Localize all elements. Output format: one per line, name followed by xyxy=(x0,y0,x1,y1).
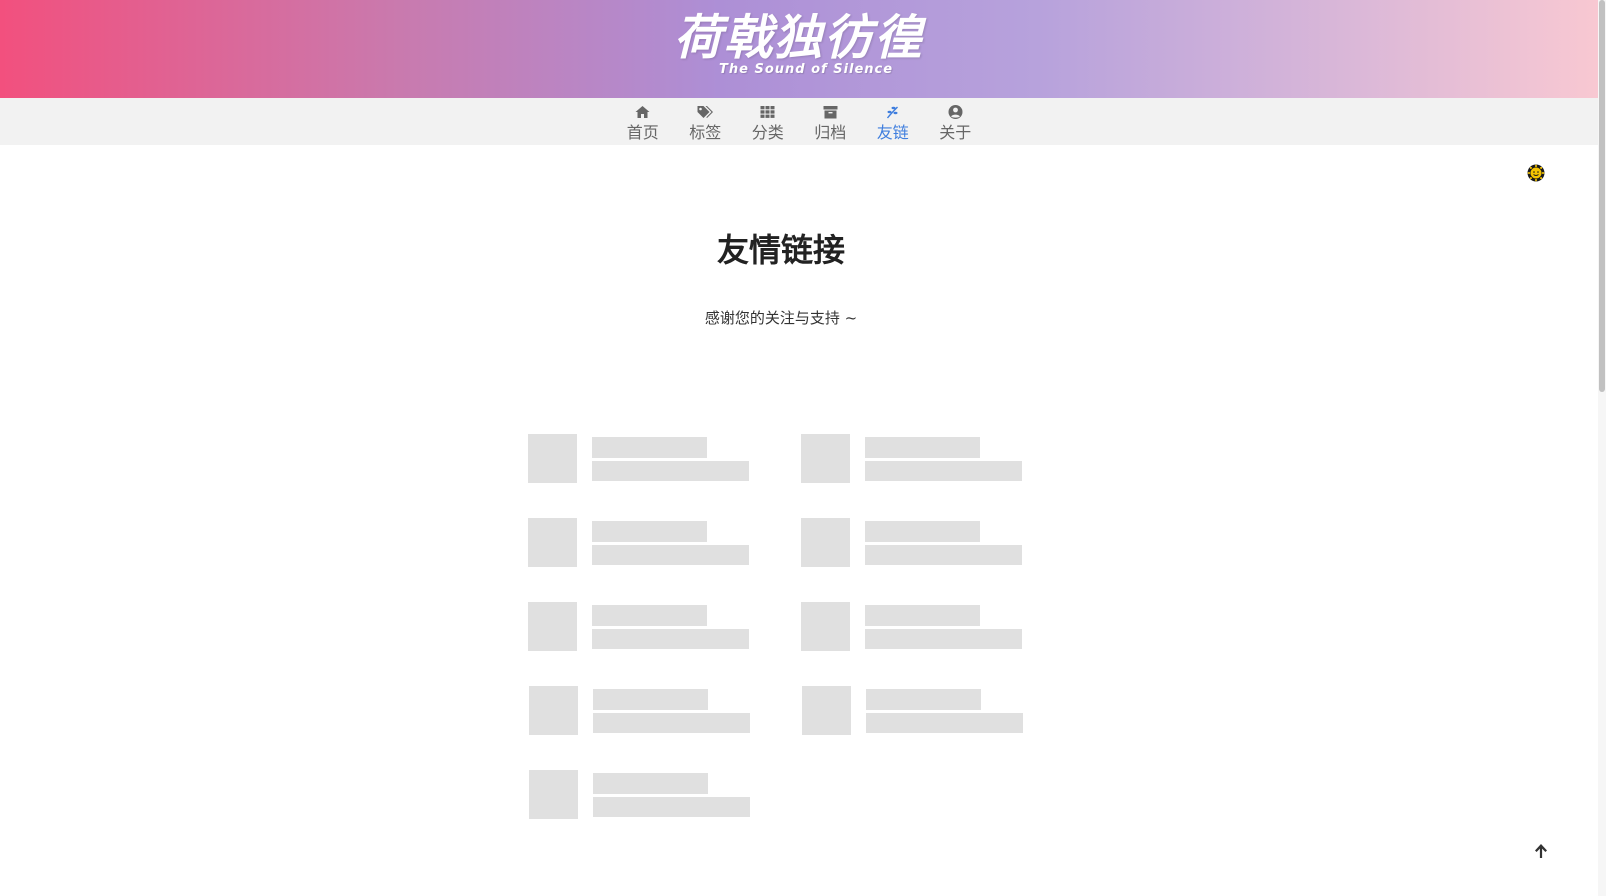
name-placeholder xyxy=(865,605,980,626)
archive-icon xyxy=(821,104,839,120)
nav-label-friends: 友链 xyxy=(876,123,909,142)
arrow-up-icon xyxy=(1535,844,1547,858)
description-placeholder xyxy=(866,713,1023,733)
header-banner: 荷戟独彷徨 The Sound of Silence xyxy=(0,0,1598,98)
nav-item-archives[interactable]: 归档 xyxy=(799,98,862,145)
avatar-placeholder xyxy=(528,602,577,651)
name-placeholder xyxy=(592,437,707,458)
page: 荷戟独彷徨 The Sound of Silence 首页 标签 分类 归档 友… xyxy=(0,0,1606,896)
page-title: 友情链接 xyxy=(716,231,845,269)
nav-item-friends[interactable]: 友链 xyxy=(862,98,925,145)
name-placeholder xyxy=(865,521,980,542)
leaf-icon xyxy=(884,104,902,120)
sun-icon xyxy=(1527,164,1545,182)
avatar-placeholder xyxy=(801,434,850,483)
description-placeholder xyxy=(593,797,750,817)
nav-item-categories[interactable]: 分类 xyxy=(737,98,800,145)
nav-item-home[interactable]: 首页 xyxy=(612,98,675,145)
nav-label-home: 首页 xyxy=(626,123,659,142)
description-placeholder xyxy=(865,545,1022,565)
description-placeholder xyxy=(865,629,1022,649)
nav-item-about[interactable]: 关于 xyxy=(924,98,987,145)
name-placeholder xyxy=(866,689,981,710)
description-placeholder xyxy=(592,545,749,565)
tags-icon xyxy=(696,104,714,120)
avatar-placeholder xyxy=(529,770,578,819)
home-icon xyxy=(634,104,652,120)
nav-label-tags: 标签 xyxy=(689,123,722,142)
description-placeholder xyxy=(593,713,750,733)
nav-list: 首页 标签 分类 归档 友链 关于 xyxy=(612,98,987,145)
name-placeholder xyxy=(592,605,707,626)
nav-label-about: 关于 xyxy=(939,123,972,142)
site-title-en: The Sound of Silence xyxy=(719,62,894,77)
page-subtitle: 感谢您的关注与支持 ~ xyxy=(704,309,858,327)
description-placeholder xyxy=(865,461,1022,481)
avatar-placeholder xyxy=(529,686,578,735)
scrollbar[interactable] xyxy=(1598,0,1606,896)
description-placeholder xyxy=(592,461,749,481)
name-placeholder xyxy=(593,689,708,710)
scrollbar-thumb[interactable] xyxy=(1599,0,1605,392)
site-title-cn: 荷戟独彷徨 xyxy=(673,10,924,66)
back-to-top-button[interactable] xyxy=(1532,842,1550,860)
theme-toggle-button[interactable] xyxy=(1526,163,1546,183)
nav-item-tags[interactable]: 标签 xyxy=(674,98,737,145)
name-placeholder xyxy=(865,437,980,458)
nav-label-archives: 归档 xyxy=(814,123,847,142)
nav-bar: 首页 标签 分类 归档 友链 关于 xyxy=(0,98,1598,145)
name-placeholder xyxy=(592,521,707,542)
site-logo[interactable]: 荷戟独彷徨 The Sound of Silence xyxy=(669,8,929,88)
avatar-placeholder xyxy=(801,602,850,651)
nav-label-categories: 分类 xyxy=(751,123,784,142)
user-circle-icon xyxy=(946,104,964,120)
grid-icon xyxy=(759,104,777,120)
avatar-placeholder xyxy=(528,518,577,567)
avatar-placeholder xyxy=(802,686,851,735)
avatar-placeholder xyxy=(801,518,850,567)
name-placeholder xyxy=(593,773,708,794)
avatar-placeholder xyxy=(528,434,577,483)
description-placeholder xyxy=(592,629,749,649)
